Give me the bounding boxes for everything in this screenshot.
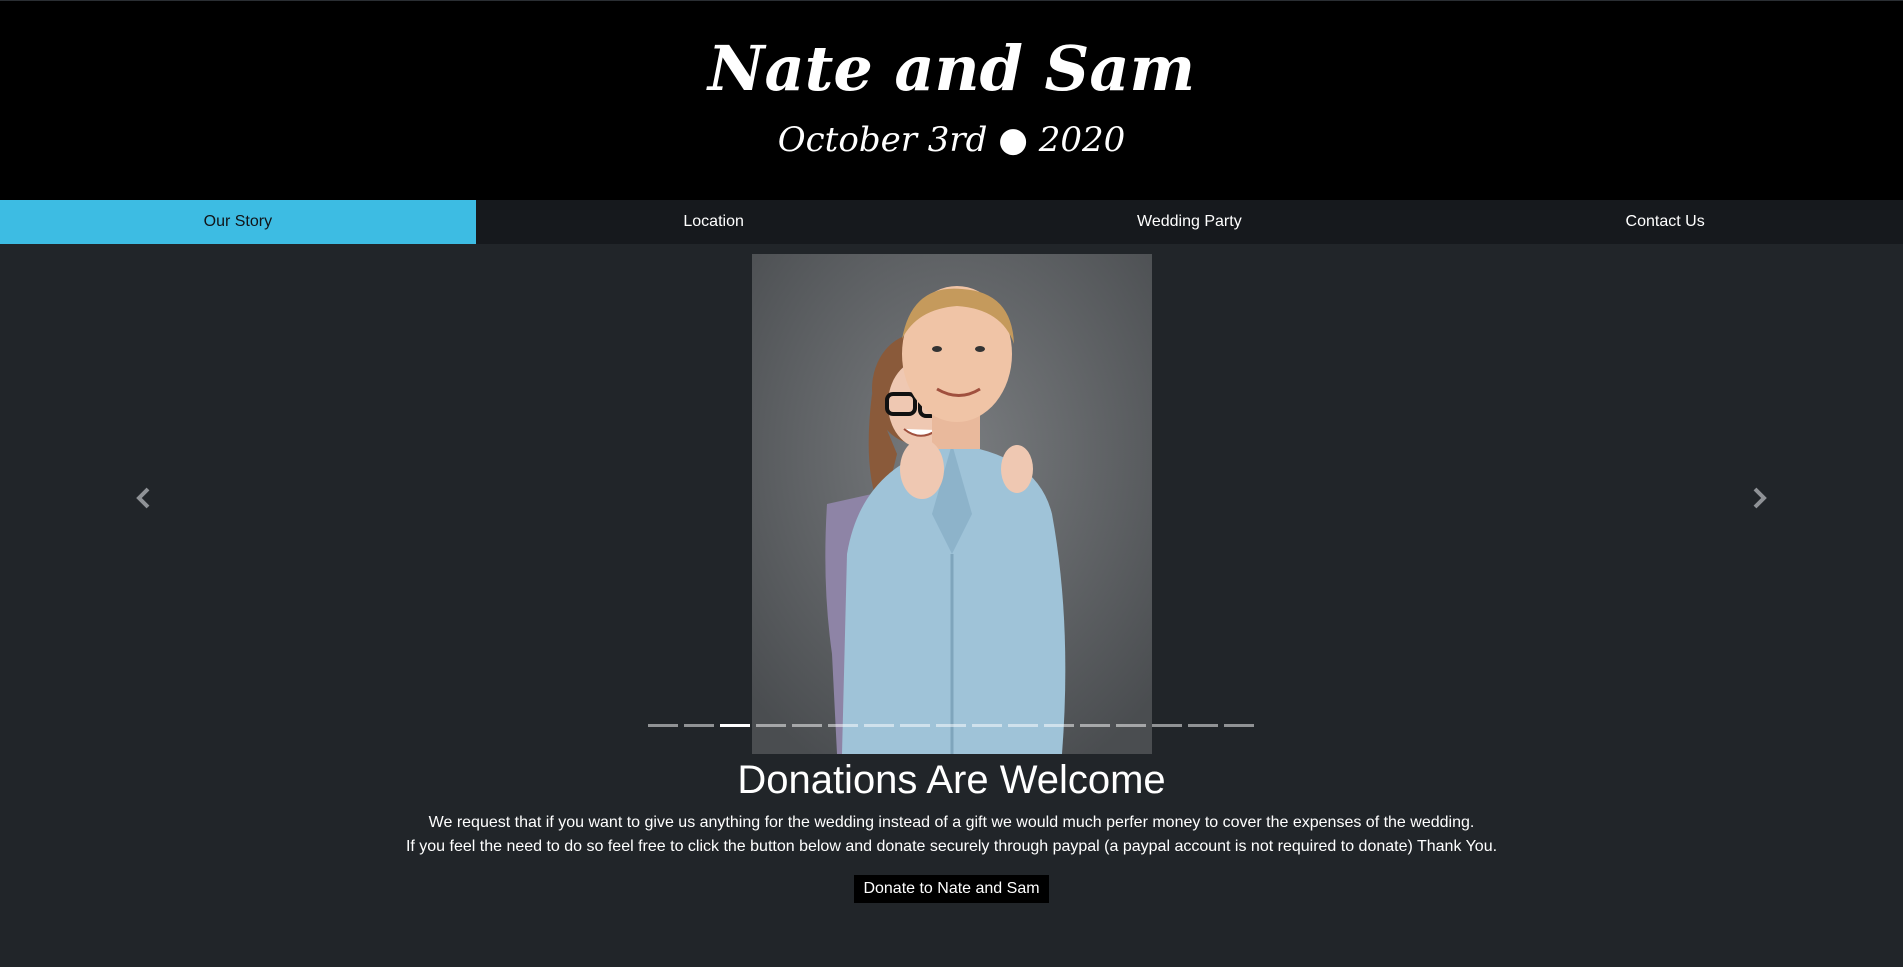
carousel-indicators: [648, 724, 1254, 727]
carousel-prev-button[interactable]: [128, 478, 158, 518]
donations-title: Donations Are Welcome: [737, 758, 1166, 802]
carousel-indicator[interactable]: [756, 724, 786, 727]
chevron-left-icon: [136, 487, 150, 509]
nav-item-our-story[interactable]: Our Story: [0, 200, 476, 244]
carousel-indicator-active[interactable]: [720, 724, 750, 727]
carousel-indicator[interactable]: [900, 724, 930, 727]
carousel-next-button[interactable]: [1745, 478, 1775, 518]
nav-item-contact-us[interactable]: Contact Us: [1427, 200, 1903, 244]
donations-text-line-1: We request that if you want to give us a…: [428, 814, 1475, 831]
main-nav: Our Story Location Wedding Party Contact…: [0, 200, 1903, 244]
carousel-indicator[interactable]: [936, 724, 966, 727]
carousel-indicator[interactable]: [648, 724, 678, 727]
carousel-indicator[interactable]: [1008, 724, 1038, 727]
site-title: Nate and Sam: [707, 32, 1196, 105]
photo-carousel: [0, 244, 1903, 754]
carousel-indicator[interactable]: [1080, 724, 1110, 727]
chevron-right-icon: [1753, 487, 1767, 509]
carousel-indicator[interactable]: [828, 724, 858, 727]
carousel-indicator[interactable]: [1188, 724, 1218, 727]
donations-text-line-2: If you feel the need to do so feel free …: [405, 838, 1498, 855]
carousel-indicator[interactable]: [1224, 724, 1254, 727]
nav-item-wedding-party[interactable]: Wedding Party: [952, 200, 1428, 244]
site-header: Nate and Sam October 3rd ● 2020: [0, 0, 1903, 200]
carousel-indicator[interactable]: [792, 724, 822, 727]
carousel-indicator[interactable]: [972, 724, 1002, 727]
carousel-indicator[interactable]: [1116, 724, 1146, 727]
carousel-indicator[interactable]: [864, 724, 894, 727]
carousel-indicator[interactable]: [1044, 724, 1074, 727]
donate-button[interactable]: Donate to Nate and Sam: [854, 875, 1049, 903]
nav-item-location[interactable]: Location: [476, 200, 952, 244]
carousel-indicator[interactable]: [1152, 724, 1182, 727]
couple-photo: [752, 254, 1152, 754]
wedding-date: October 3rd ● 2020: [777, 120, 1126, 160]
carousel-indicator[interactable]: [684, 724, 714, 727]
